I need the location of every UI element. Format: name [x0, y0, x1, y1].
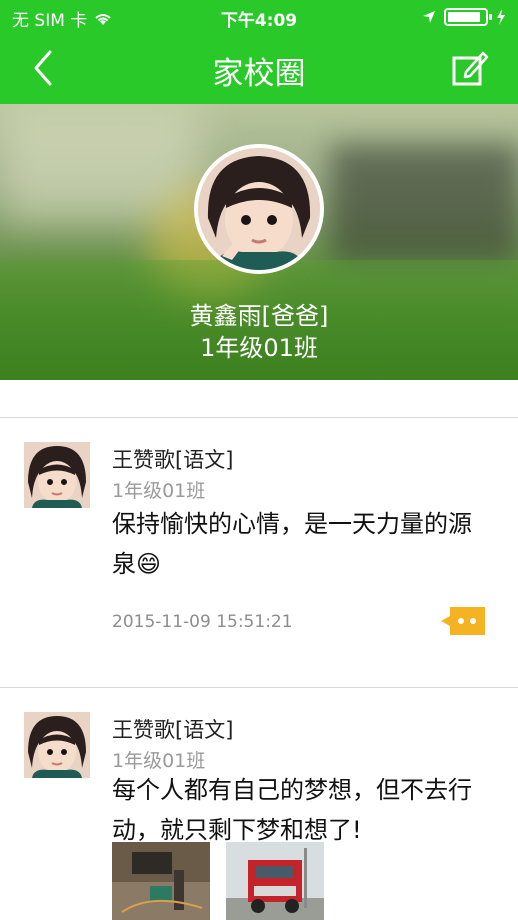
- status-bar: 无 SIM 卡 下午4:09: [0, 0, 518, 36]
- post-author-avatar[interactable]: [24, 712, 90, 778]
- post-text: 保持愉快的心情，是一天力量的源泉: [112, 510, 472, 578]
- post-content: 每个人都有自己的梦想，但不去行动，就只剩下梦和想了!: [112, 776, 472, 844]
- post-photo[interactable]: [112, 842, 210, 920]
- feed-post: 王赞歌[语文] 1年级01班 每个人都有自己的梦想，但不去行动，就只剩下梦和想了…: [0, 688, 518, 920]
- smile-emoji-icon: 😄: [136, 550, 162, 578]
- post-author-avatar[interactable]: [24, 442, 90, 508]
- cover-background-blur: [330, 144, 518, 264]
- comment-bubble-icon: [441, 607, 485, 635]
- feed-top-spacer: [0, 380, 518, 418]
- post-author[interactable]: 王赞歌[语文]: [112, 444, 233, 474]
- nav-bar: 家校圈: [0, 36, 518, 104]
- post-author[interactable]: 王赞歌[语文]: [112, 714, 233, 744]
- post-content: 保持愉快的心情，是一天力量的源泉😄: [112, 504, 492, 584]
- red-truck-photo: [226, 842, 324, 920]
- profile-avatar[interactable]: [194, 144, 324, 274]
- status-right: [422, 8, 506, 26]
- profile-class: 1年级01班: [200, 334, 318, 362]
- compose-button[interactable]: [450, 48, 490, 88]
- profile-cover: 黄鑫雨[爸爸] 1年级01班: [0, 104, 518, 380]
- child-portrait-image: [24, 712, 90, 778]
- battery-fill: [448, 12, 480, 22]
- top-bar: 无 SIM 卡 下午4:09 家校圈: [0, 0, 518, 104]
- battery-icon: [444, 8, 492, 26]
- child-portrait-image: [198, 148, 320, 270]
- post-class: 1年级01班: [112, 750, 206, 772]
- profile-name: 黄鑫雨[爸爸]: [189, 302, 329, 330]
- post-photo[interactable]: [226, 842, 324, 920]
- feed-post: 王赞歌[语文] 1年级01班 保持愉快的心情，是一天力量的源泉😄 2015-11…: [0, 418, 518, 688]
- child-portrait-image: [24, 442, 90, 508]
- location-arrow-icon: [423, 11, 435, 23]
- compose-icon: [452, 51, 489, 86]
- comment-button[interactable]: [440, 606, 486, 636]
- charging-bolt-icon: [497, 9, 505, 25]
- page-title: 家校圈: [212, 56, 306, 92]
- post-class: 1年级01班: [112, 480, 206, 502]
- post-timestamp: 2015-11-09 15:51:21: [112, 612, 293, 632]
- circuit-board-photo: [112, 842, 210, 920]
